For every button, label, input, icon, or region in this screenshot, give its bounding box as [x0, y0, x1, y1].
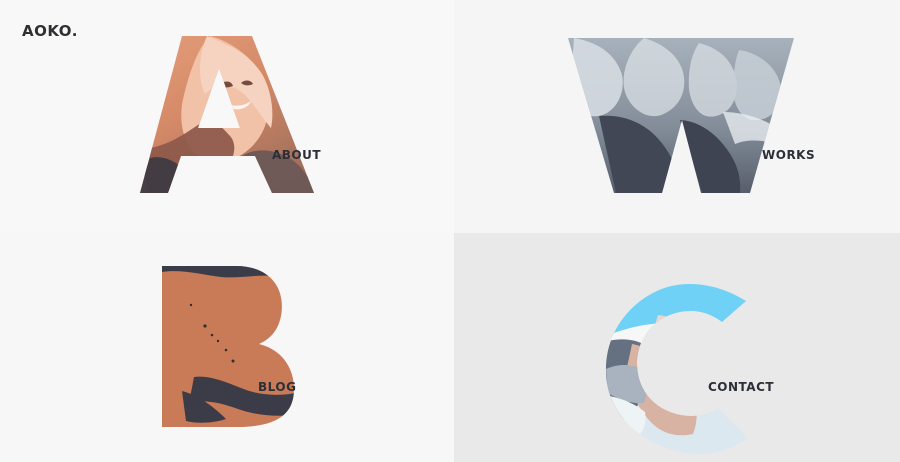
blog-tile[interactable]: BLOG — [0, 233, 454, 462]
contact-link-area[interactable] — [454, 233, 900, 462]
works-tile[interactable]: WORKS — [454, 0, 900, 233]
contact-tile[interactable]: CONTACT — [454, 233, 900, 462]
blog-link[interactable]: BLOG — [258, 380, 296, 394]
works-link-area[interactable] — [454, 0, 900, 233]
about-link[interactable]: ABOUT — [272, 148, 321, 162]
works-link[interactable]: WORKS — [762, 148, 815, 162]
contact-link[interactable]: CONTACT — [708, 380, 774, 394]
brand-logo[interactable]: AOKO. — [22, 22, 78, 40]
about-tile[interactable]: AOKO. ABOUT — [0, 0, 454, 233]
blog-link-area[interactable] — [0, 233, 454, 462]
page: AOKO. ABOUT WORKS BLOG CONTACT — [0, 0, 900, 462]
